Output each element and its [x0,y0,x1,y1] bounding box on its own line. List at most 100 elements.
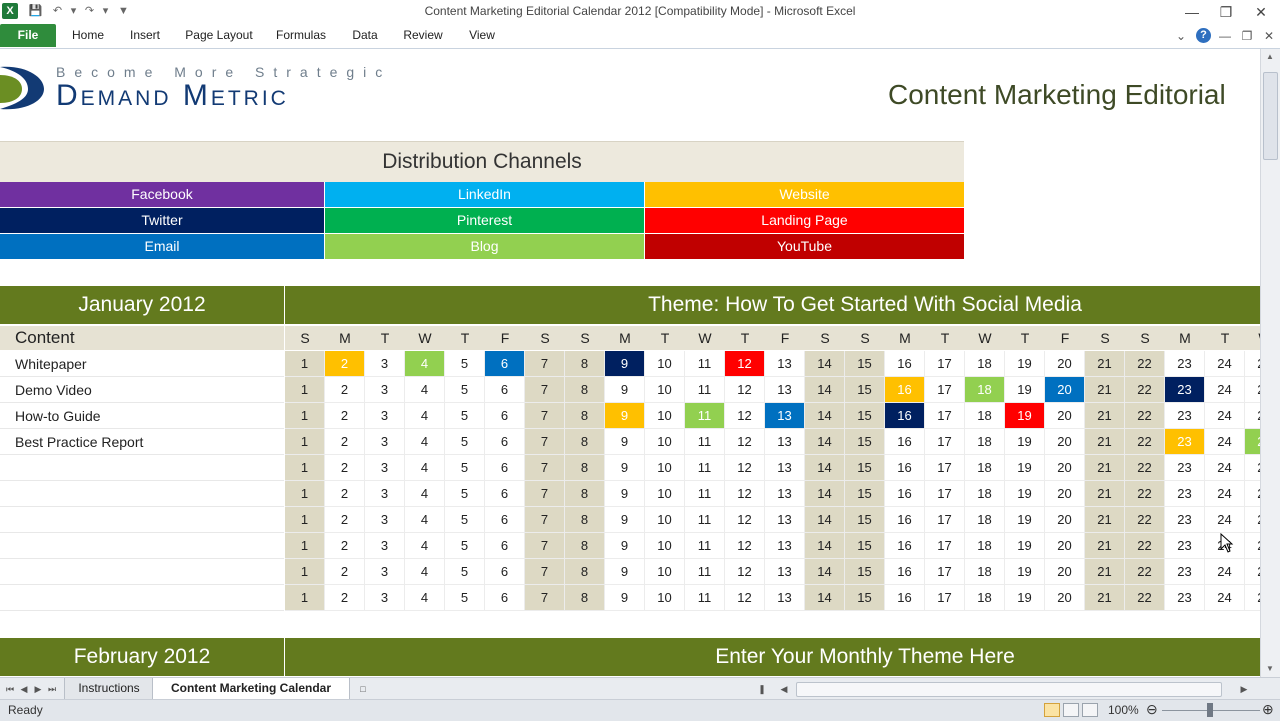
date-cell[interactable]: 23 [1165,507,1205,533]
date-cell[interactable]: 6 [485,455,525,481]
date-cell[interactable]: 17 [925,403,965,429]
date-cell[interactable]: 22 [1125,585,1165,611]
date-cell[interactable]: 23 [1165,455,1205,481]
date-cell[interactable]: 14 [805,585,845,611]
date-cell[interactable]: 2 [325,585,365,611]
date-cell[interactable]: 15 [845,455,885,481]
date-cell[interactable]: 2 [325,533,365,559]
date-cell[interactable]: 13 [765,377,805,403]
date-cell[interactable]: 5 [445,455,485,481]
date-cell[interactable]: 12 [725,429,765,455]
date-cell[interactable]: 19 [1005,351,1045,377]
date-cell[interactable]: 19 [1005,429,1045,455]
help-icon[interactable]: ? [1196,28,1211,43]
horizontal-scroll-thumb[interactable] [796,682,1222,697]
date-cell[interactable]: 8 [565,429,605,455]
date-cell[interactable]: 10 [645,455,685,481]
first-sheet-icon[interactable]: ⏮ [4,682,16,696]
date-cell[interactable]: 24 [1205,585,1245,611]
date-cell[interactable]: 11 [685,429,725,455]
channel-youtube[interactable]: YouTube [645,234,964,260]
date-cell[interactable]: 9 [605,403,645,429]
date-cell[interactable]: 24 [1205,455,1245,481]
zoom-out-icon[interactable]: ⊖ [1146,701,1158,718]
date-cell[interactable]: 8 [565,403,605,429]
date-cell[interactable]: 17 [925,429,965,455]
date-cell[interactable]: 4 [405,403,445,429]
date-cell[interactable]: 4 [405,351,445,377]
date-cell[interactable]: 25 [1245,455,1260,481]
date-cell[interactable]: 24 [1205,481,1245,507]
date-cell[interactable]: 5 [445,429,485,455]
date-cell[interactable]: 18 [965,533,1005,559]
date-cell[interactable]: 4 [405,507,445,533]
date-cell[interactable]: 2 [325,455,365,481]
date-cell[interactable]: 17 [925,533,965,559]
date-cell[interactable]: 18 [965,481,1005,507]
restore-icon[interactable]: ❐ [1211,2,1241,22]
date-cell[interactable]: 11 [685,377,725,403]
date-cell[interactable]: 1 [285,377,325,403]
date-cell[interactable]: 16 [885,533,925,559]
date-cell[interactable]: 9 [605,533,645,559]
date-cell[interactable]: 5 [445,481,485,507]
normal-view-icon[interactable] [1044,703,1060,717]
date-cell[interactable]: 5 [445,377,485,403]
content-row-label[interactable] [0,533,284,559]
date-cell[interactable]: 10 [645,585,685,611]
date-cell[interactable]: 17 [925,481,965,507]
minimize-icon[interactable]: — [1177,2,1207,22]
date-cell[interactable]: 24 [1205,429,1245,455]
date-cell[interactable]: 13 [765,455,805,481]
content-row-label[interactable]: Best Practice Report [0,429,284,455]
date-cell[interactable]: 17 [925,377,965,403]
date-cell[interactable]: 18 [965,559,1005,585]
date-cell[interactable]: 20 [1045,351,1085,377]
date-cell[interactable]: 8 [565,481,605,507]
date-cell[interactable]: 19 [1005,533,1045,559]
date-cell[interactable]: 12 [725,533,765,559]
tab-insert[interactable]: Insert [122,24,168,47]
date-cell[interactable]: 14 [805,403,845,429]
date-cell[interactable]: 9 [605,507,645,533]
page-break-view-icon[interactable] [1082,703,1098,717]
date-cell[interactable]: 2 [325,559,365,585]
date-cell[interactable]: 7 [525,377,565,403]
date-cell[interactable]: 14 [805,481,845,507]
date-cell[interactable]: 1 [285,559,325,585]
date-cell[interactable]: 6 [485,377,525,403]
date-cell[interactable]: 8 [565,351,605,377]
date-cell[interactable]: 8 [565,585,605,611]
date-cell[interactable]: 16 [885,481,925,507]
date-cell[interactable]: 25 [1245,507,1260,533]
date-cell[interactable]: 14 [805,351,845,377]
date-cell[interactable]: 3 [365,507,405,533]
scroll-down-icon[interactable]: ▼ [1260,661,1280,677]
date-cell[interactable]: 6 [485,429,525,455]
date-cell[interactable]: 5 [445,585,485,611]
zoom-in-icon[interactable]: ⊕ [1262,701,1274,718]
tab-review[interactable]: Review [396,24,450,47]
date-cell[interactable]: 7 [525,585,565,611]
date-cell[interactable]: 8 [565,559,605,585]
date-cell[interactable]: 1 [285,351,325,377]
date-cell[interactable]: 12 [725,455,765,481]
date-cell[interactable]: 22 [1125,351,1165,377]
date-cell[interactable]: 1 [285,585,325,611]
date-cell[interactable]: 23 [1165,377,1205,403]
date-cell[interactable]: 25 [1245,429,1260,455]
date-cell[interactable]: 14 [805,507,845,533]
date-cell[interactable]: 12 [725,585,765,611]
date-cell[interactable]: 25 [1245,377,1260,403]
date-cell[interactable]: 12 [725,403,765,429]
page-layout-view-icon[interactable] [1063,703,1079,717]
date-cell[interactable]: 25 [1245,585,1260,611]
date-cell[interactable]: 16 [885,351,925,377]
date-cell[interactable]: 4 [405,429,445,455]
date-cell[interactable]: 15 [845,403,885,429]
channel-email[interactable]: Email [0,234,324,260]
tab-page-layout[interactable]: Page Layout [180,24,258,47]
date-cell[interactable]: 22 [1125,481,1165,507]
channel-twitter[interactable]: Twitter [0,208,324,234]
date-cell[interactable]: 6 [485,585,525,611]
